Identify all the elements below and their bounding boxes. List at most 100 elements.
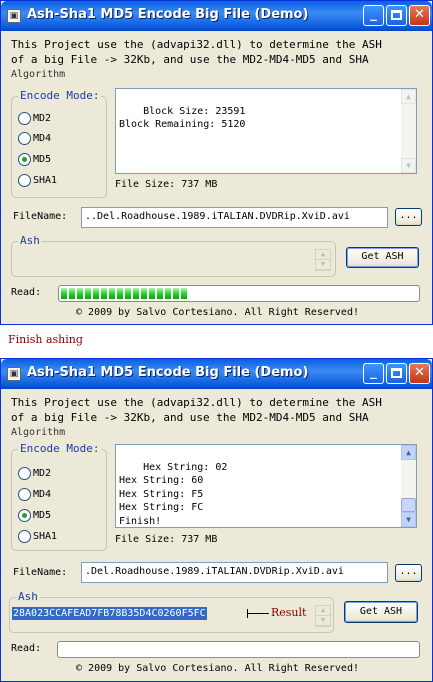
description-line: of a big File -> 32Kb, and use the MD2-M…: [11, 53, 369, 66]
radio-button-icon[interactable]: [18, 530, 31, 543]
minimize-button[interactable]: _: [363, 5, 384, 26]
caption-finish-ashing: Finish ashing: [8, 333, 83, 346]
filename-input[interactable]: ..Del.Roadhouse.1989.iTALIAN.DVDRip.XviD…: [81, 207, 388, 228]
file-size-label: File Size: 737 MB: [115, 179, 218, 190]
output-text: Hex String: 02 Hex String: 60 Hex String…: [119, 461, 228, 527]
file-size-label: File Size: 737 MB: [115, 534, 218, 545]
radio-button-selected-icon[interactable]: [18, 509, 31, 522]
progress-segment: [93, 288, 99, 299]
radio-md5[interactable]: MD5: [18, 509, 51, 522]
window-title: Ash-Sha1 MD5 Encode Big File (Demo): [27, 365, 309, 380]
ash-group-label: Ash: [16, 590, 40, 603]
progress-segment: [85, 288, 91, 299]
encode-mode-group: Encode Mode: MD2 MD4 MD5 SHA1: [11, 442, 107, 551]
progress-segment: [101, 288, 107, 299]
radio-button-icon[interactable]: [18, 488, 31, 501]
progress-segment: [69, 288, 75, 299]
progress-segment: [165, 288, 171, 299]
radio-button-icon[interactable]: [18, 132, 31, 145]
progress-segment: [125, 288, 131, 299]
maximize-button[interactable]: [386, 363, 407, 384]
radio-button-selected-icon[interactable]: [18, 153, 31, 166]
radio-md5[interactable]: MD5: [18, 153, 51, 166]
get-ash-button[interactable]: Get ASH: [344, 601, 418, 623]
scroll-down-icon[interactable]: ▼: [401, 512, 416, 527]
radio-label: MD2: [33, 468, 52, 479]
radio-md4[interactable]: MD4: [18, 488, 51, 501]
result-annotation: Result: [271, 606, 307, 619]
progress-segment: [149, 288, 155, 299]
radio-label: MD2: [33, 113, 52, 124]
read-label: Read:: [11, 643, 42, 654]
radio-label: MD5: [33, 154, 52, 165]
progress-segment: [109, 288, 115, 299]
read-label: Read:: [11, 287, 42, 298]
output-text: Block Size: 23591 Block Remaining: 5120: [119, 105, 246, 131]
encode-mode-label: Encode Mode:: [18, 89, 102, 102]
radio-button-icon[interactable]: [18, 112, 31, 125]
app-window-finished: ▣ Ash-Sha1 MD5 Encode Big File (Demo) _ …: [0, 358, 433, 682]
radio-sha1[interactable]: SHA1: [18, 530, 57, 543]
output-textarea[interactable]: Block Size: 23591 Block Remaining: 5120 …: [115, 88, 417, 174]
filename-label: FileName:: [13, 567, 68, 578]
minimize-button[interactable]: _: [363, 363, 384, 384]
progress-segment: [117, 288, 123, 299]
progress-fill: [61, 288, 187, 299]
vertical-scrollbar[interactable]: ▲ ▼: [401, 89, 416, 173]
radio-label: SHA1: [33, 175, 58, 186]
scroll-up-icon[interactable]: ▲: [401, 445, 416, 460]
maximize-icon: [391, 368, 402, 378]
ash-group-label: Ash: [18, 234, 42, 247]
radio-md2[interactable]: MD2: [18, 467, 51, 480]
radio-label: MD4: [33, 133, 52, 144]
scroll-down-icon[interactable]: ▼: [401, 158, 416, 173]
app-icon[interactable]: ▣: [7, 9, 21, 23]
app-window-reading: ▣ Ash-Sha1 MD5 Encode Big File (Demo) _ …: [0, 0, 433, 325]
radio-md2[interactable]: MD2: [18, 112, 51, 125]
progress-segment: [181, 288, 187, 299]
description-line: This Project use the (advapi32.dll) to d…: [11, 396, 382, 409]
radio-md4[interactable]: MD4: [18, 132, 51, 145]
encode-mode-group: Encode Mode: MD2 MD4 MD5 SHA1: [11, 89, 107, 198]
radio-sha1[interactable]: SHA1: [18, 174, 57, 187]
filename-input[interactable]: .Del.Roadhouse.1989.iTALIAN.DVDRip.XviD.…: [81, 562, 388, 583]
browse-button[interactable]: ...: [395, 564, 422, 582]
spin-down-icon[interactable]: ▼: [316, 260, 330, 270]
description: This Project use the (advapi32.dll) to d…: [11, 395, 421, 440]
maximize-icon: [391, 10, 402, 20]
spin-down-icon[interactable]: ▼: [316, 616, 330, 626]
description-line: This Project use the (advapi32.dll) to d…: [11, 38, 382, 51]
output-textarea[interactable]: Hex String: 02 Hex String: 60 Hex String…: [115, 444, 417, 528]
progress-segment: [157, 288, 163, 299]
read-progress-bar: [57, 641, 420, 658]
description-line: of a big File -> 32Kb, and use the MD2-M…: [11, 411, 369, 424]
filename-label: FileName:: [13, 211, 68, 222]
ash-spin-control[interactable]: ▲ ▼: [315, 249, 331, 271]
radio-button-icon[interactable]: [18, 174, 31, 187]
spin-up-icon[interactable]: ▲: [316, 250, 330, 260]
close-button[interactable]: ✕: [409, 5, 430, 26]
spin-up-icon[interactable]: ▲: [316, 606, 330, 616]
get-ash-button[interactable]: Get ASH: [346, 247, 419, 268]
description-line: Algorithm: [11, 69, 66, 80]
title-bar[interactable]: ▣ Ash-Sha1 MD5 Encode Big File (Demo) _ …: [1, 359, 432, 389]
ash-result-value[interactable]: 28A023CCAFEAD7FB78B35D4C0260F5FC: [12, 607, 207, 620]
radio-label: SHA1: [33, 531, 58, 542]
app-icon[interactable]: ▣: [7, 367, 21, 381]
annotation-arrow-line: [247, 613, 269, 614]
footer-copyright: © 2009 by Salvo Cortesiano. All Right Re…: [76, 663, 359, 674]
browse-button[interactable]: ...: [395, 208, 422, 226]
ash-spin-control[interactable]: ▲ ▼: [315, 605, 331, 627]
radio-label: MD5: [33, 510, 52, 521]
radio-label: MD4: [33, 489, 52, 500]
vertical-scrollbar[interactable]: ▲ ▼: [401, 445, 416, 527]
scroll-thumb[interactable]: [401, 498, 416, 512]
progress-segment: [141, 288, 147, 299]
maximize-button[interactable]: [386, 5, 407, 26]
title-bar[interactable]: ▣ Ash-Sha1 MD5 Encode Big File (Demo) _ …: [1, 1, 432, 31]
radio-button-icon[interactable]: [18, 467, 31, 480]
scroll-up-icon[interactable]: ▲: [401, 89, 416, 104]
progress-segment: [173, 288, 179, 299]
progress-segment: [61, 288, 67, 299]
close-button[interactable]: ✕: [409, 363, 430, 384]
